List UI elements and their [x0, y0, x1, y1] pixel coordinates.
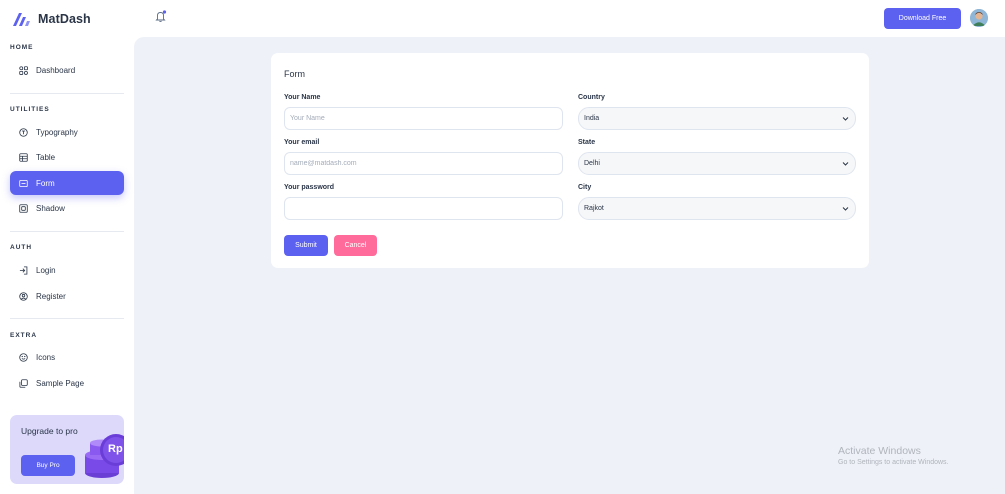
rp-badge: Rp — [108, 443, 123, 455]
user-avatar-icon — [970, 9, 988, 27]
sidebar-item-label: Login — [36, 265, 56, 275]
nav-section-auth: AUTH — [10, 244, 33, 251]
country-label: Country — [578, 94, 605, 101]
email-input[interactable] — [284, 152, 563, 175]
sidebar-item-login[interactable]: Login — [10, 258, 124, 282]
country-select-value: India — [584, 115, 600, 122]
activate-windows-title: Activate Windows — [838, 445, 921, 457]
cancel-button[interactable]: Cancel — [334, 235, 377, 256]
sidebar-item-form[interactable]: Form — [10, 171, 124, 195]
avatar[interactable] — [970, 9, 988, 27]
sidebar-item-label: Typography — [36, 127, 78, 137]
chevron-down-icon — [842, 207, 849, 211]
sidebar-item-sample-page[interactable]: Sample Page — [10, 371, 124, 395]
name-label: Your Name — [284, 94, 321, 101]
state-select-value: Delhi — [584, 160, 600, 167]
dashboard-icon — [19, 65, 28, 75]
city-label: City — [578, 184, 592, 191]
form-icon — [19, 179, 28, 187]
sidebar-item-label: Register — [36, 291, 66, 301]
sidebar-item-shadow[interactable]: Shadow — [10, 196, 124, 220]
typography-icon — [19, 127, 28, 137]
sidebar-item-label: Table — [36, 152, 56, 162]
activate-windows-subtitle: Go to Settings to activate Windows. — [838, 459, 949, 466]
sidebar-divider — [10, 93, 124, 94]
sidebar-item-typography[interactable]: Typography — [10, 120, 124, 144]
chevron-down-icon — [842, 162, 849, 166]
sidebar-item-dashboard[interactable]: Dashboard — [10, 58, 124, 82]
state-select[interactable]: Delhi — [578, 152, 856, 175]
sidebar-divider — [10, 318, 124, 319]
brand[interactable]: MatDash — [12, 10, 91, 28]
nav-section-extra: EXTRA — [10, 332, 38, 339]
state-label: State — [578, 139, 596, 146]
bell-icon[interactable] — [155, 10, 167, 23]
matdash-logo-icon — [13, 13, 30, 26]
buy-pro-button[interactable]: Buy Pro — [21, 455, 75, 476]
nav-section-utilities: UTILITIES — [10, 106, 50, 113]
coins-illustration-icon — [85, 434, 124, 478]
sidebar-item-icons[interactable]: Icons — [10, 345, 124, 369]
register-icon — [19, 291, 28, 301]
upgrade-card: Upgrade to pro Buy Pro Rp — [10, 415, 124, 484]
nav-section-home: HOME — [10, 44, 34, 51]
chevron-down-icon — [842, 117, 849, 121]
sidebar-item-table[interactable]: Table — [10, 145, 124, 169]
password-input[interactable] — [284, 197, 563, 220]
submit-button[interactable]: Submit — [284, 235, 328, 256]
sidebar-item-label: Icons — [36, 352, 56, 362]
card-title: Form — [284, 69, 305, 79]
sidebar-item-register[interactable]: Register — [10, 284, 124, 308]
name-input[interactable] — [284, 107, 563, 130]
sidebar-item-label: Shadow — [36, 203, 65, 213]
table-icon — [19, 152, 28, 162]
upgrade-title: Upgrade to pro — [21, 426, 78, 436]
email-label: Your email — [284, 139, 320, 146]
smiley-icon — [19, 352, 28, 362]
login-icon — [19, 265, 28, 275]
sample-page-icon — [19, 378, 28, 388]
sidebar-item-label: Sample Page — [36, 378, 85, 388]
password-label: Your password — [284, 184, 335, 191]
country-select[interactable]: India — [578, 107, 856, 130]
city-select[interactable]: Rajkot — [578, 197, 856, 220]
brand-name: MatDash — [38, 12, 91, 26]
shadow-icon — [19, 203, 28, 213]
city-select-value: Rajkot — [584, 205, 604, 212]
sidebar-item-label: Form — [36, 178, 55, 188]
sidebar: MatDash HOME Dashboard UTILITIES Typogra… — [0, 0, 134, 494]
sidebar-divider — [10, 231, 124, 232]
download-free-button[interactable]: Download Free — [884, 8, 961, 29]
form-card: Form Your Name Your email Your password … — [271, 53, 869, 268]
sidebar-item-label: Dashboard — [36, 65, 76, 75]
